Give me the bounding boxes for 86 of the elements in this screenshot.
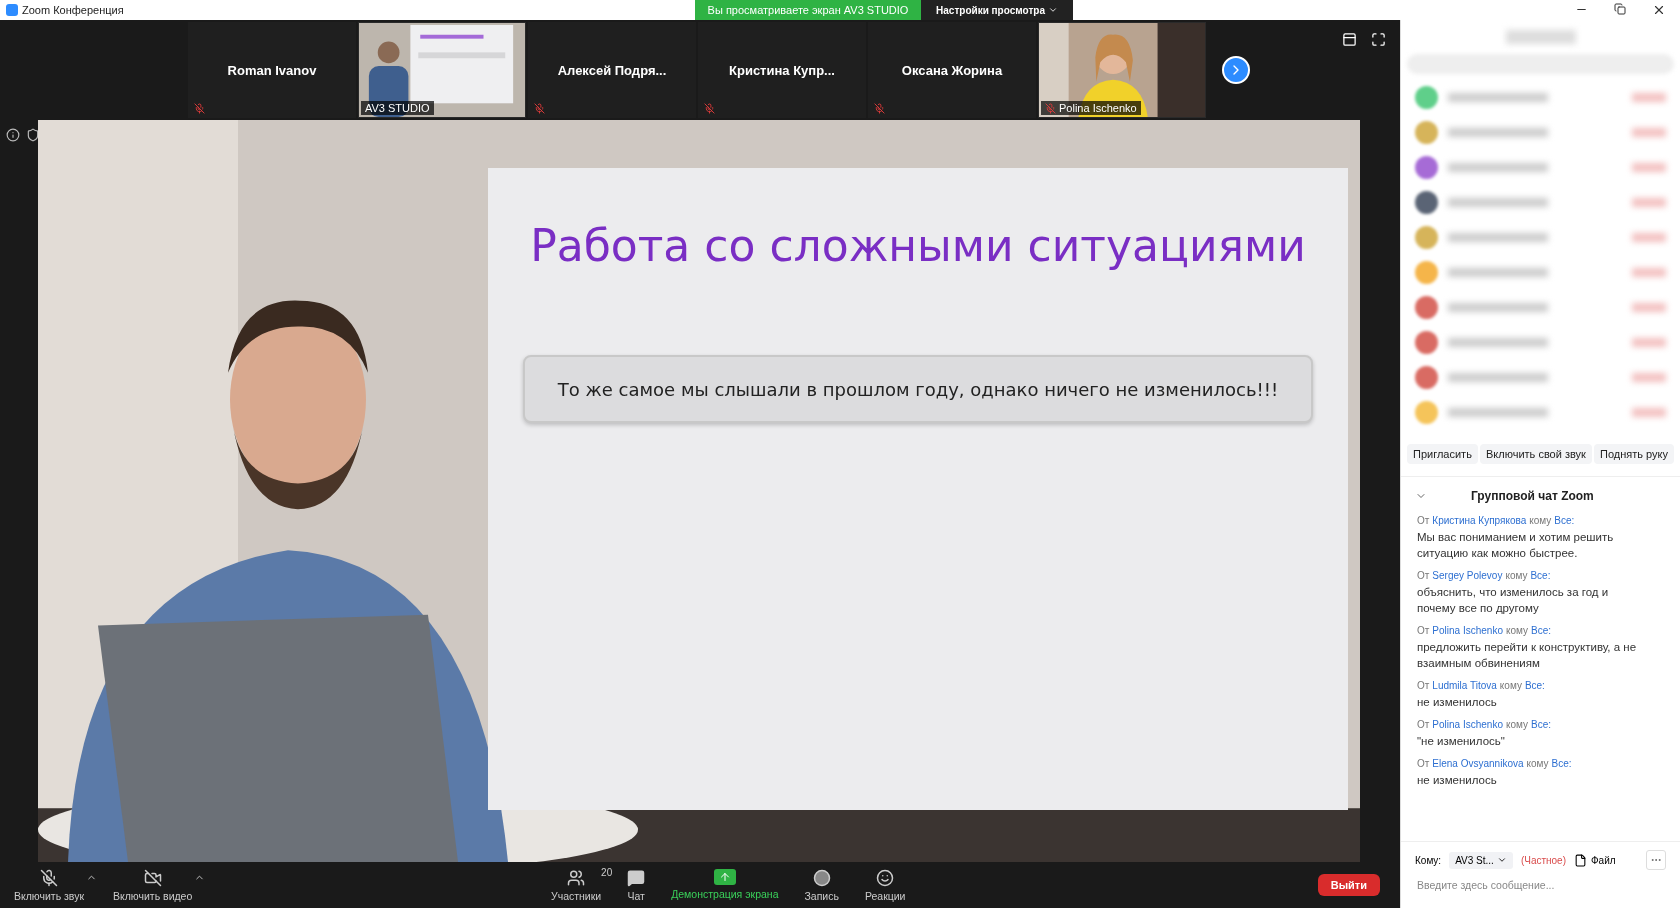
sender-name[interactable]: Ludmila Titova xyxy=(1432,680,1497,691)
participant-name: Оксана Жорина xyxy=(901,62,1003,78)
blurred-status xyxy=(1632,373,1666,382)
recipient-name[interactable]: Все: xyxy=(1524,680,1545,691)
recipient-name[interactable]: Все: xyxy=(1531,625,1552,636)
chat-title: Групповой чат Zoom xyxy=(1471,489,1594,503)
blurred-status xyxy=(1632,233,1666,242)
recipient-name[interactable]: Все: xyxy=(1530,570,1551,581)
blurred-status xyxy=(1632,338,1666,347)
next-page-button[interactable] xyxy=(1222,56,1250,84)
caret-icon xyxy=(1496,855,1507,865)
recipient-name[interactable]: Все: xyxy=(1554,515,1575,526)
to-label: кому xyxy=(1499,680,1522,691)
sender-name[interactable]: Polina Ischenko xyxy=(1432,625,1503,636)
participant-name: Алексей Подря... xyxy=(557,62,667,78)
app-icon xyxy=(6,4,18,16)
from-label: От xyxy=(1417,570,1430,581)
video-off-icon xyxy=(143,868,162,887)
to-label: кому xyxy=(1526,758,1549,769)
toolbar-button[interactable]: Запись xyxy=(798,866,845,904)
layout-icon[interactable] xyxy=(1342,32,1357,47)
shield-icon[interactable] xyxy=(26,128,40,142)
to-label: кому xyxy=(1505,719,1528,730)
sender-name[interactable]: Sergey Polevoy xyxy=(1432,570,1503,581)
private-label: (Частное) xyxy=(1520,854,1566,866)
panel-button[interactable]: Включить свой звук xyxy=(1480,444,1592,464)
from-label: От xyxy=(1417,680,1430,691)
to-label: Кому: xyxy=(1415,854,1442,866)
share-screen-icon xyxy=(713,868,736,885)
to-label: кому xyxy=(1529,515,1552,526)
participants-icon xyxy=(567,868,586,887)
from-label: От xyxy=(1417,515,1430,526)
participant-name: Polina Ischenko xyxy=(1041,101,1141,115)
recipient-dropdown[interactable]: AV3 St... xyxy=(1449,851,1513,869)
view-options-button[interactable]: Настройки просмотра xyxy=(921,0,1073,20)
from-label: От xyxy=(1417,719,1430,730)
window-title: Zoom Конференция xyxy=(22,4,124,16)
muted-microphone-icon xyxy=(40,868,58,887)
blurred-status xyxy=(1632,128,1666,137)
message-text: объяснить, что изменилось за год и почему все по другому xyxy=(1417,585,1610,616)
toolbar-button[interactable]: Включить звук xyxy=(8,866,91,904)
smiley-icon xyxy=(876,868,895,887)
message-text: предложить перейти к конструктиву, а не взаимным обвинениям xyxy=(1417,640,1638,671)
blurred-status xyxy=(1632,408,1666,417)
toolbar-button[interactable]: Включить видео xyxy=(107,866,199,904)
to-label: кому xyxy=(1505,570,1528,581)
from-label: От xyxy=(1417,758,1430,769)
caret-icon xyxy=(1047,5,1058,15)
panel-button[interactable]: Поднять руку xyxy=(1594,444,1674,464)
message-text: не изменилось xyxy=(1417,695,1498,710)
blurred-status xyxy=(1632,93,1666,102)
blurred-panel-title xyxy=(1505,30,1576,44)
file-icon xyxy=(1574,853,1587,867)
blurred-status xyxy=(1632,303,1666,312)
toolbar-button[interactable]: Демонстрация экрана xyxy=(665,866,785,904)
message-text: Мы вас пониманием и хотим решить ситуацию как можно быстрее. xyxy=(1417,530,1615,561)
chat-bubble-icon xyxy=(627,868,646,887)
file-button[interactable]: Файл xyxy=(1574,853,1616,867)
leave-button[interactable]: Выйти xyxy=(1317,874,1380,896)
recipient-name[interactable]: Все: xyxy=(1531,719,1552,730)
record-icon xyxy=(812,868,831,887)
message-text: "не изменилось" xyxy=(1417,734,1506,749)
panel-button[interactable]: Пригласить xyxy=(1407,444,1478,464)
to-label: кому xyxy=(1505,625,1528,636)
slide-title: Работа со сложными ситуациями xyxy=(530,220,1306,271)
participant-count: 20 xyxy=(601,866,613,878)
from-label: От xyxy=(1417,625,1430,636)
toolbar-button[interactable]: Реакции xyxy=(858,866,912,904)
participant-name: Roman Ivanov xyxy=(227,62,317,78)
participant-name: AV3 STUDIO xyxy=(361,101,434,115)
toolbar-button[interactable]: Чат xyxy=(621,866,652,904)
close-icon[interactable] xyxy=(1652,3,1666,17)
restore-icon[interactable] xyxy=(1614,3,1626,15)
fullscreen-icon[interactable] xyxy=(1371,32,1386,47)
sender-name[interactable]: Кристина Купрякова xyxy=(1432,515,1527,526)
recipient-name[interactable]: Все: xyxy=(1551,758,1572,769)
blurred-status xyxy=(1632,198,1666,207)
blurred-status xyxy=(1632,163,1666,172)
info-icon[interactable] xyxy=(6,128,20,142)
slide-quote: То же самое мы слышали в прошлом году, однако ничего не изменилось!!! xyxy=(523,355,1313,423)
screen-share-banner: Вы просматриваете экран AV3 STUDIO xyxy=(695,0,921,20)
message-text: не изменилось xyxy=(1417,773,1498,788)
blurred-status xyxy=(1632,268,1666,277)
sender-name[interactable]: Elena Ovsyannikova xyxy=(1432,758,1524,769)
sender-name[interactable]: Polina Ischenko xyxy=(1432,719,1503,730)
participant-name: Кристина Купр... xyxy=(729,62,835,78)
